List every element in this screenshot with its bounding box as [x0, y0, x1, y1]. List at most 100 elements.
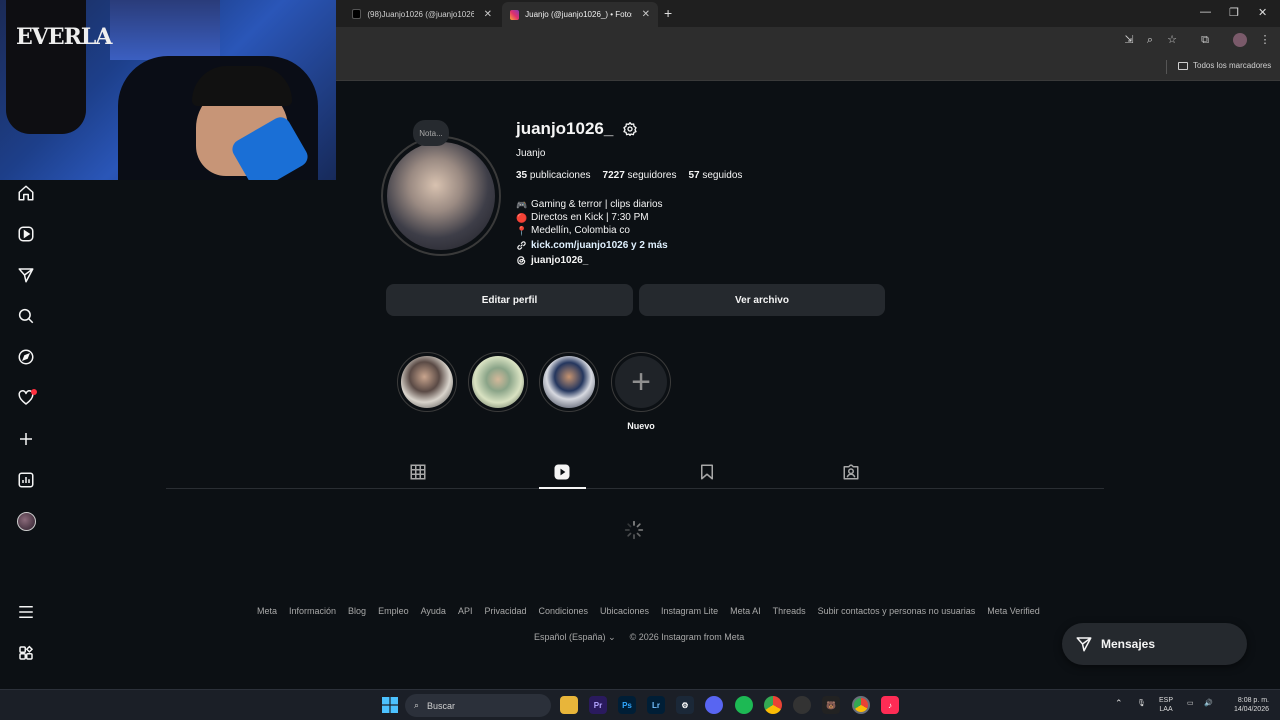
clock[interactable]: 8:08 p. m. 14/04/2026	[1225, 696, 1269, 714]
edit-profile-button[interactable]: Editar perfil	[386, 284, 633, 316]
active-tab-indicator	[539, 487, 586, 489]
microphone-icon[interactable]: 🎙	[1137, 699, 1146, 708]
footer-link[interactable]: Ayuda	[421, 606, 446, 616]
zoom-icon[interactable]: ⌕	[1143, 33, 1157, 47]
extensions-icon[interactable]: ⧉	[1198, 33, 1212, 47]
bio-text: Directos en Kick | 7:30 PM	[531, 212, 649, 223]
copyright: © 2026 Instagram from Meta	[629, 632, 745, 642]
webcam-cap	[192, 66, 292, 106]
new-tab-button[interactable]: +	[664, 5, 672, 21]
windows-start-icon[interactable]	[381, 696, 399, 714]
restore-icon[interactable]: ❐	[1229, 6, 1239, 19]
profile-picture-image	[387, 142, 495, 250]
tab-reels-icon[interactable]	[553, 463, 571, 481]
taskbar-search[interactable]: ⌕ Buscar	[405, 694, 551, 717]
bio-text: Medellín, Colombia co	[531, 225, 630, 236]
webcam-punching-bag: EVERLA	[6, 0, 112, 134]
spotify-icon[interactable]	[735, 696, 753, 714]
obs-icon[interactable]	[793, 696, 811, 714]
tab-saved-icon[interactable]	[698, 463, 716, 481]
story-highlight[interactable]	[468, 352, 528, 412]
footer-link[interactable]: Meta	[257, 606, 277, 616]
steam-icon[interactable]: ⚙	[676, 696, 694, 714]
premiere-icon[interactable]: Pr	[589, 696, 607, 714]
dashboard-icon[interactable]	[17, 471, 35, 489]
close-icon[interactable]: ✕	[642, 9, 650, 20]
footer-link[interactable]: Instagram Lite	[661, 606, 718, 616]
note-bubble[interactable]: Nota...	[413, 120, 449, 146]
tab-tiktok[interactable]: (98)Juanjo1026 (@juanjo1026_) ✕	[344, 4, 500, 24]
language-select[interactable]: Español (España) ⌄	[534, 632, 616, 643]
instagram-icon	[510, 9, 520, 20]
story-highlight[interactable]	[397, 352, 457, 412]
footer-link[interactable]: Meta Verified	[987, 606, 1040, 616]
gear-icon[interactable]	[622, 121, 638, 137]
reels-icon[interactable]	[17, 225, 35, 243]
lightroom-icon[interactable]: Lr	[647, 696, 665, 714]
footer-link[interactable]: Privacidad	[484, 606, 526, 616]
monitor-icon[interactable]: ▭	[1187, 699, 1194, 708]
link-icon	[517, 241, 526, 250]
also-from-meta-icon[interactable]	[17, 644, 35, 662]
tiktok-icon[interactable]: ♪	[881, 696, 899, 714]
discord-icon[interactable]	[705, 696, 723, 714]
profile-avatar-icon[interactable]	[1233, 33, 1247, 47]
profile-link[interactable]: kick.com/juanjo1026 y 2 más	[516, 240, 668, 251]
language-bottom: LAA	[1159, 706, 1173, 713]
footer-link[interactable]: Blog	[348, 606, 366, 616]
footer-link[interactable]: Información	[289, 606, 336, 616]
followers-stat[interactable]: 7227 seguidores	[603, 170, 677, 181]
tab-posts-grid-icon[interactable]	[409, 463, 427, 481]
bookmarks-folder[interactable]: Todos los marcadores	[1178, 61, 1271, 70]
footer-link[interactable]: Empleo	[378, 606, 409, 616]
app-icon[interactable]: 🐻	[822, 696, 840, 714]
more-menu-icon[interactable]	[17, 603, 35, 621]
send-icon[interactable]	[17, 266, 35, 284]
punching-bag-logo: EVERLA	[16, 24, 112, 50]
close-icon[interactable]: ✕	[484, 9, 492, 20]
footer-link[interactable]: Ubicaciones	[600, 606, 649, 616]
view-archive-button[interactable]: Ver archivo	[639, 284, 885, 316]
explore-icon[interactable]	[17, 348, 35, 366]
messages-button[interactable]: Mensajes	[1062, 623, 1247, 665]
home-icon[interactable]	[17, 184, 35, 202]
install-app-icon[interactable]: ⇲	[1122, 33, 1136, 47]
threads-icon	[517, 256, 526, 265]
threads-link[interactable]: juanjo1026_	[516, 255, 588, 266]
tab-instagram[interactable]: Juanjo (@juanjo1026_) • Fotos y ✕	[502, 2, 658, 27]
new-highlight-label: Nuevo	[627, 421, 655, 431]
footer-link[interactable]: Meta AI	[730, 606, 761, 616]
volume-icon[interactable]: 🔊	[1204, 699, 1213, 708]
footer-link[interactable]: Threads	[773, 606, 806, 616]
profile-avatar[interactable]	[17, 512, 36, 531]
minimize-icon[interactable]: —	[1200, 6, 1211, 18]
photoshop-icon[interactable]: Ps	[618, 696, 636, 714]
search-icon[interactable]	[17, 307, 35, 325]
footer-link[interactable]: Subir contactos y personas no usuarias	[818, 606, 976, 616]
profile-bio: 🎮 Gaming & terror | clips diarios 🔴 Dire…	[516, 198, 663, 237]
file-explorer-icon[interactable]	[560, 696, 578, 714]
close-window-icon[interactable]: ✕	[1258, 6, 1267, 19]
taskbar-search-placeholder: Buscar	[427, 700, 456, 711]
menu-dots-icon[interactable]: ⋮	[1258, 33, 1272, 47]
tab-label: (98)Juanjo1026 (@juanjo1026_)	[367, 9, 474, 19]
profile-picture[interactable]	[381, 136, 501, 256]
folder-icon	[1178, 61, 1188, 70]
language-indicator[interactable]: ESP LAA	[1159, 696, 1173, 714]
new-highlight-button[interactable]: +	[611, 352, 671, 412]
tab-tagged-icon[interactable]	[842, 463, 860, 481]
story-highlight[interactable]	[539, 352, 599, 412]
chevron-up-icon[interactable]: ⌃	[1115, 699, 1123, 708]
chrome-icon[interactable]	[764, 696, 782, 714]
threads-handle: juanjo1026_	[531, 255, 589, 266]
footer-link[interactable]: Condiciones	[538, 606, 588, 616]
create-icon[interactable]	[17, 430, 35, 448]
footer-link[interactable]: API	[458, 606, 473, 616]
bio-line: 📍 Medellín, Colombia co	[516, 224, 663, 237]
bio-text: Gaming & terror | clips diarios	[531, 199, 663, 210]
star-icon[interactable]: ☆	[1165, 33, 1179, 47]
notification-dot	[31, 389, 37, 395]
following-stat[interactable]: 57 seguidos	[688, 170, 742, 181]
webcam-shelf	[110, 0, 220, 60]
chrome-active-icon[interactable]	[852, 696, 870, 714]
